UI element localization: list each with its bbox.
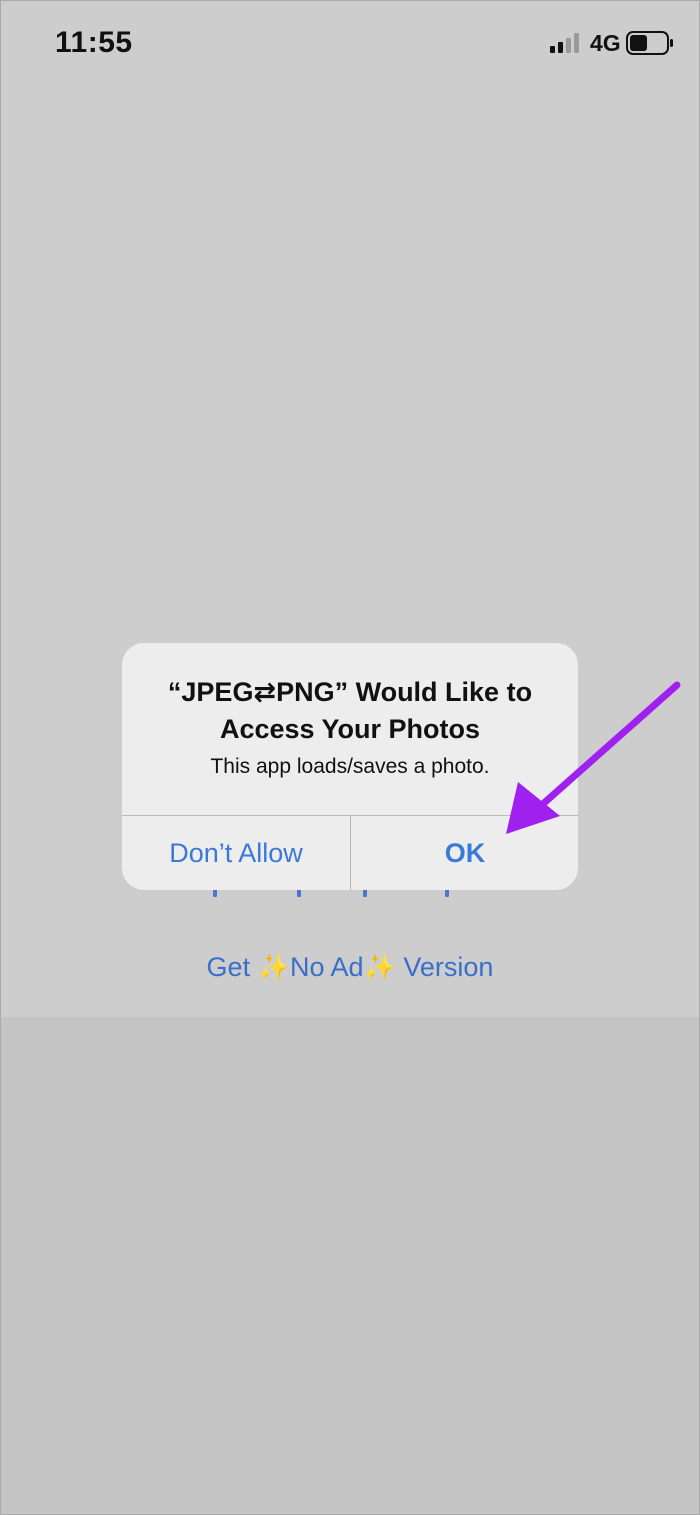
alert-title: “JPEG⇄PNG” Would Like to Access Your Pho… [167,677,533,744]
status-time: 11:55 [55,26,133,59]
sparkle-icon: ✨ [257,952,290,982]
sparkle-icon: ✨ [363,952,396,982]
dont-allow-button[interactable]: Don’t Allow [122,816,350,890]
screen: 11:55 4G Get ✨No Ad✨ Version “JPEG⇄PNG” … [0,0,700,1515]
upgrade-link-middle: No Ad [289,952,364,982]
get-no-ad-version-link[interactable]: Get ✨No Ad✨ Version [0,952,700,983]
photo-permission-alert: “JPEG⇄PNG” Would Like to Access Your Pho… [122,643,578,890]
network-type-label: 4G [590,30,621,56]
cellular-signal-icon [550,33,579,53]
app-lower-background [0,1017,700,1515]
status-bar: 11:55 4G [0,0,700,90]
ok-button[interactable]: OK [351,816,578,890]
upgrade-link-suffix: Version [395,952,494,982]
upgrade-link-prefix: Get [206,952,258,982]
alert-message: This app loads/saves a photo. [210,755,490,778]
battery-icon [626,31,673,55]
